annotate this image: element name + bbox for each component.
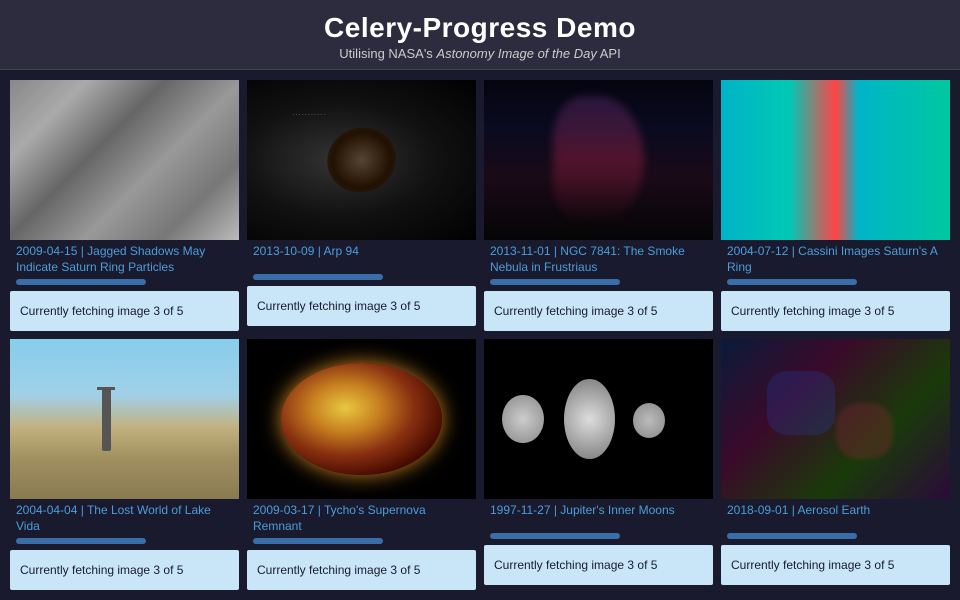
card-title-smoke-nebula: 2013-11-01 | NGC 7841: The Smoke Nebula … bbox=[484, 240, 713, 277]
status-box-arp94: Currently fetching image 3 of 5 bbox=[247, 286, 476, 326]
card-image-arp94: · · · · · · · · · · · bbox=[247, 80, 476, 240]
status-box-smoke-nebula: Currently fetching image 3 of 5 bbox=[484, 291, 713, 331]
page-title: Celery-Progress Demo bbox=[0, 12, 960, 44]
progress-bar-arp94 bbox=[253, 274, 383, 280]
card-aerosol: 2018-09-01 | Aerosol Earth Currently fetc… bbox=[721, 339, 950, 590]
progress-bar-container-aerosol bbox=[721, 531, 950, 543]
progress-bar-jupiter-moons bbox=[490, 533, 620, 539]
card-title-aerosol: 2018-09-01 | Aerosol Earth bbox=[721, 499, 950, 531]
status-box-saturn-rings: Currently fetching image 3 of 5 bbox=[10, 291, 239, 331]
card-smoke-nebula: 2013-11-01 | NGC 7841: The Smoke Nebula … bbox=[484, 80, 713, 331]
card-lake-vida: 2004-04-04 | The Lost World of Lake Vida… bbox=[10, 339, 239, 590]
card-title-lake-vida: 2004-04-04 | The Lost World of Lake Vida bbox=[10, 499, 239, 536]
status-box-lake-vida: Currently fetching image 3 of 5 bbox=[10, 550, 239, 590]
page-header: Celery-Progress Demo Utilising NASA's As… bbox=[0, 0, 960, 70]
page-subtitle: Utilising NASA's Astonomy Image of the D… bbox=[0, 46, 960, 61]
card-image-lake-vida bbox=[10, 339, 239, 499]
card-image-cassini bbox=[721, 80, 950, 240]
progress-bar-tycho bbox=[253, 538, 383, 544]
progress-bar-aerosol bbox=[727, 533, 857, 539]
progress-bar-lake-vida bbox=[16, 538, 146, 544]
progress-bar-container-tycho bbox=[247, 536, 476, 548]
card-cassini: 2004-07-12 | Cassini Images Saturn's A R… bbox=[721, 80, 950, 331]
progress-bar-container-jupiter-moons bbox=[484, 531, 713, 543]
subtitle-suffix: API bbox=[597, 46, 621, 61]
status-box-jupiter-moons: Currently fetching image 3 of 5 bbox=[484, 545, 713, 585]
card-image-saturn-rings bbox=[10, 80, 239, 240]
progress-bar-saturn-rings bbox=[16, 279, 146, 285]
subtitle-italic: Astonomy Image of the Day bbox=[436, 46, 596, 61]
card-arp94: · · · · · · · · · · ·2013-10-09 | Arp 94… bbox=[247, 80, 476, 331]
progress-bar-container-arp94 bbox=[247, 272, 476, 284]
progress-bar-container-saturn-rings bbox=[10, 277, 239, 289]
subtitle-prefix: Utilising NASA's bbox=[339, 46, 436, 61]
card-saturn-rings: 2009-04-15 | Jagged Shadows May Indicate… bbox=[10, 80, 239, 331]
card-image-smoke-nebula bbox=[484, 80, 713, 240]
card-image-tycho bbox=[247, 339, 476, 499]
card-title-jupiter-moons: 1997-11-27 | Jupiter's Inner Moons bbox=[484, 499, 713, 531]
card-jupiter-moons: 1997-11-27 | Jupiter's Inner Moons Curren… bbox=[484, 339, 713, 590]
progress-bar-container-cassini bbox=[721, 277, 950, 289]
status-box-aerosol: Currently fetching image 3 of 5 bbox=[721, 545, 950, 585]
card-title-arp94: 2013-10-09 | Arp 94 bbox=[247, 240, 476, 272]
progress-bar-container-smoke-nebula bbox=[484, 277, 713, 289]
card-title-cassini: 2004-07-12 | Cassini Images Saturn's A R… bbox=[721, 240, 950, 277]
status-box-tycho: Currently fetching image 3 of 5 bbox=[247, 550, 476, 590]
image-grid: 2009-04-15 | Jagged Shadows May Indicate… bbox=[0, 70, 960, 600]
progress-bar-container-lake-vida bbox=[10, 536, 239, 548]
card-image-jupiter-moons bbox=[484, 339, 713, 499]
card-title-tycho: 2009-03-17 | Tycho's Supernova Remnant bbox=[247, 499, 476, 536]
progress-bar-cassini bbox=[727, 279, 857, 285]
card-image-aerosol bbox=[721, 339, 950, 499]
status-box-cassini: Currently fetching image 3 of 5 bbox=[721, 291, 950, 331]
card-tycho: 2009-03-17 | Tycho's Supernova Remnant Cu… bbox=[247, 339, 476, 590]
card-title-saturn-rings: 2009-04-15 | Jagged Shadows May Indicate… bbox=[10, 240, 239, 277]
progress-bar-smoke-nebula bbox=[490, 279, 620, 285]
